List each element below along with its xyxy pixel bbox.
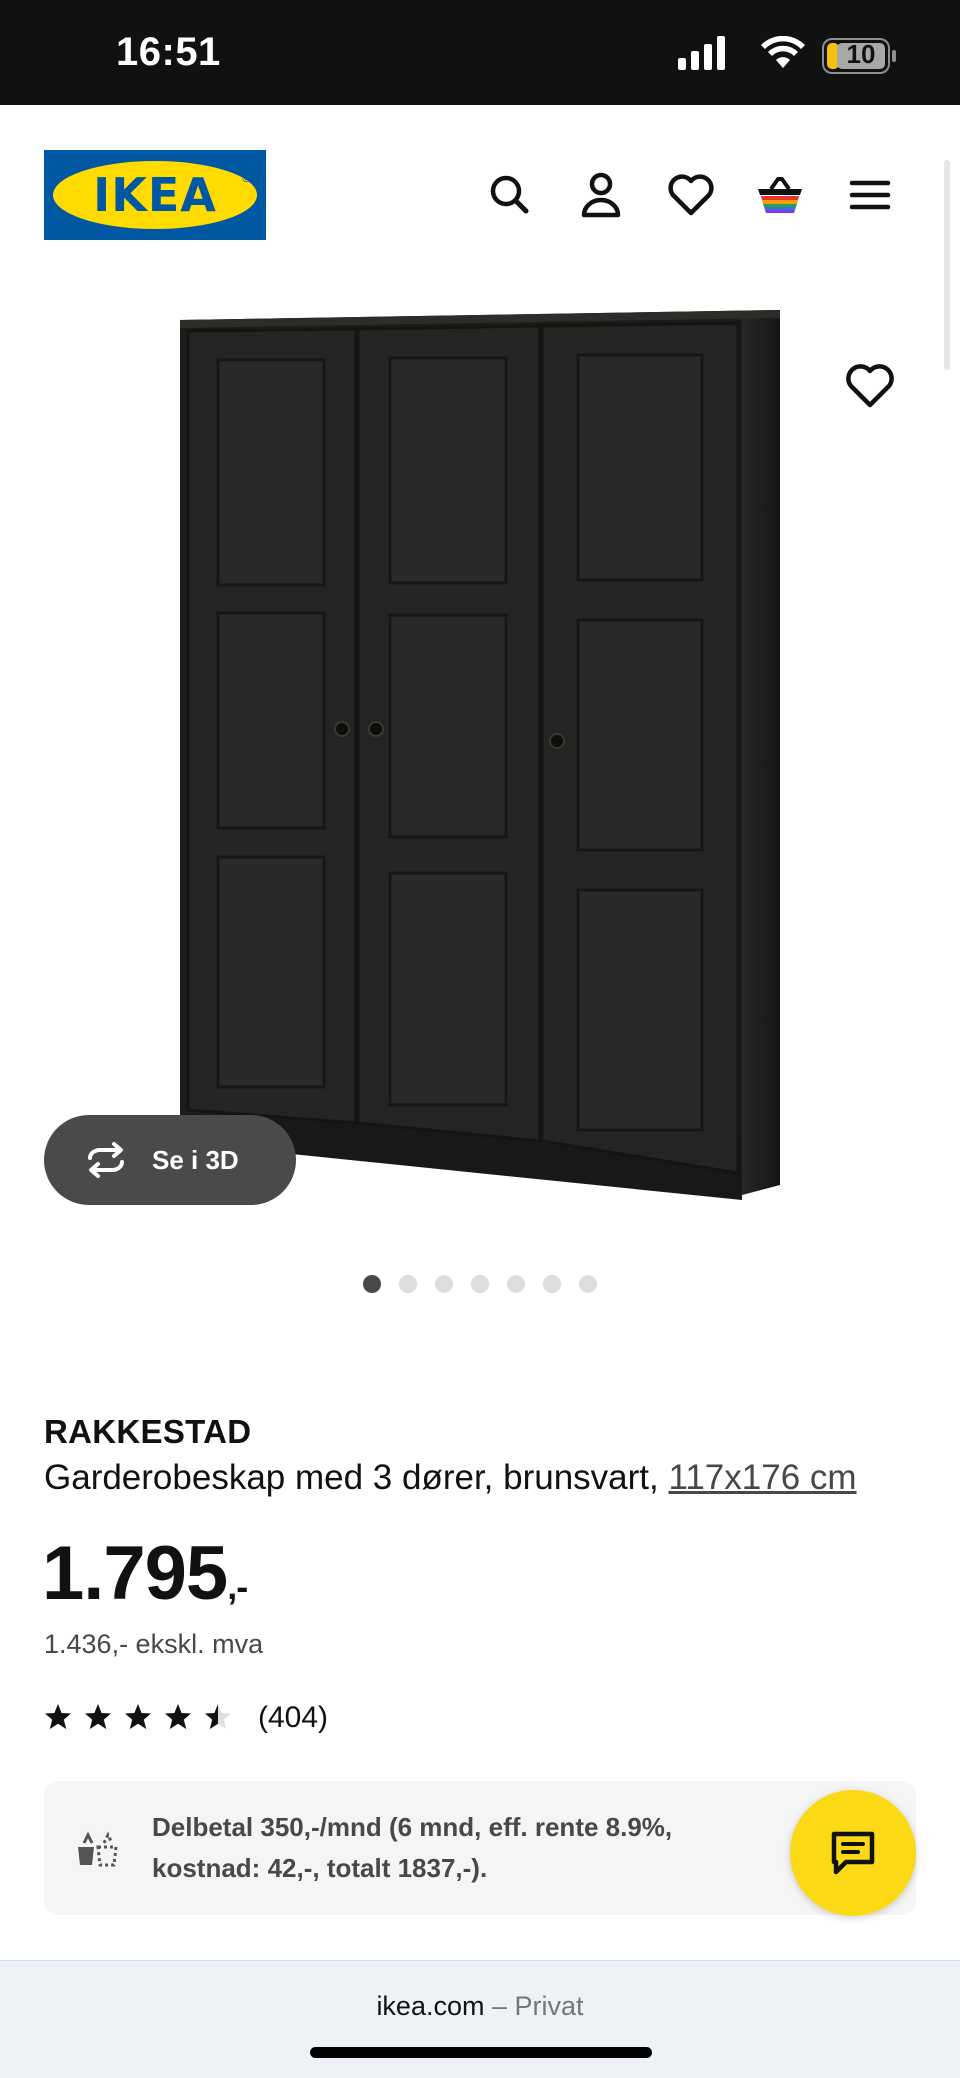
product-name: RAKKESTAD (44, 1413, 252, 1450)
url-separator: – (484, 1991, 515, 2021)
browsing-mode: Privat (514, 1991, 584, 2021)
status-time: 16:51 (116, 30, 221, 74)
wardrobe-image (180, 310, 780, 1200)
price-amount: 1.795 (42, 1531, 228, 1616)
view-in-3d-label: Se i 3D (152, 1145, 239, 1175)
signal-icon (678, 36, 725, 70)
star-icon (205, 1704, 231, 1729)
view-in-3d-button[interactable]: Se i 3D (44, 1115, 296, 1205)
cart-icon[interactable] (752, 167, 808, 223)
search-icon[interactable] (482, 167, 538, 223)
product-image-gallery[interactable]: Se i 3D (0, 285, 960, 1260)
carousel-dot[interactable] (399, 1275, 417, 1293)
browser-address-bar[interactable]: ikea.com – Privat (0, 1960, 960, 2078)
wardrobe-door-middle (356, 324, 542, 1143)
star-icon (165, 1704, 191, 1729)
product-description-text: Garderobeskap med 3 dører, brunsvart, (44, 1458, 669, 1497)
user-icon[interactable] (573, 167, 629, 223)
price-suffix: ,- (227, 1566, 248, 1607)
carousel-dot[interactable] (363, 1275, 381, 1293)
add-to-wishlist-heart-icon[interactable] (840, 355, 900, 415)
heart-icon[interactable] (663, 167, 719, 223)
ikea-logo[interactable]: IKEA ® (44, 150, 266, 240)
image-carousel-dots (0, 1275, 960, 1295)
carousel-dot[interactable] (435, 1275, 453, 1293)
financing-text: Delbetal 350,-/mnd (6 mnd, eff. rente 8.… (152, 1807, 762, 1889)
financing-line-1: Delbetal 350,-/mnd (6 mnd, eff. rente 8.… (152, 1812, 673, 1842)
browser-url[interactable]: ikea.com – Privat (0, 1991, 960, 2022)
site-header: IKEA ® (0, 105, 960, 285)
wifi-icon (761, 36, 805, 68)
logo-registered-mark: ® (241, 172, 252, 185)
wardrobe-door-right (540, 321, 740, 1175)
chat-button[interactable] (790, 1790, 916, 1916)
product-description: Garderobeskap med 3 dører, brunsvart, 11… (44, 1458, 857, 1498)
url-domain: ikea.com (376, 1991, 485, 2021)
home-indicator[interactable] (310, 2047, 652, 2058)
menu-icon[interactable] (842, 167, 898, 223)
wardrobe-door-left (186, 327, 358, 1125)
financing-line-2: kostnad: 42,-, totalt 1837,-). (152, 1853, 488, 1883)
battery-level: 10 (846, 39, 876, 69)
logo-text: IKEA (93, 168, 217, 222)
chat-bubble-icon (831, 1831, 875, 1875)
carousel-dot[interactable] (471, 1275, 489, 1293)
carousel-dot[interactable] (543, 1275, 561, 1293)
part-payment-icon (78, 1831, 118, 1867)
star-icon (45, 1704, 71, 1729)
carousel-dot[interactable] (507, 1275, 525, 1293)
rotate-3d-icon (88, 1142, 124, 1178)
review-count[interactable]: (404) (258, 1700, 328, 1736)
star-icon (125, 1704, 151, 1729)
product-size-link[interactable]: 117x176 cm (668, 1458, 856, 1497)
carousel-dot[interactable] (579, 1275, 597, 1293)
price-excluding-vat: 1.436,- ekskl. mva (44, 1629, 264, 1659)
status-bar: 16:51 10 (0, 0, 960, 105)
rating-stars (44, 1700, 244, 1736)
financing-banner[interactable]: Delbetal 350,-/mnd (6 mnd, eff. rente 8.… (44, 1781, 916, 1915)
product-price: 1.795,- (42, 1530, 248, 1617)
star-icon (85, 1704, 111, 1729)
